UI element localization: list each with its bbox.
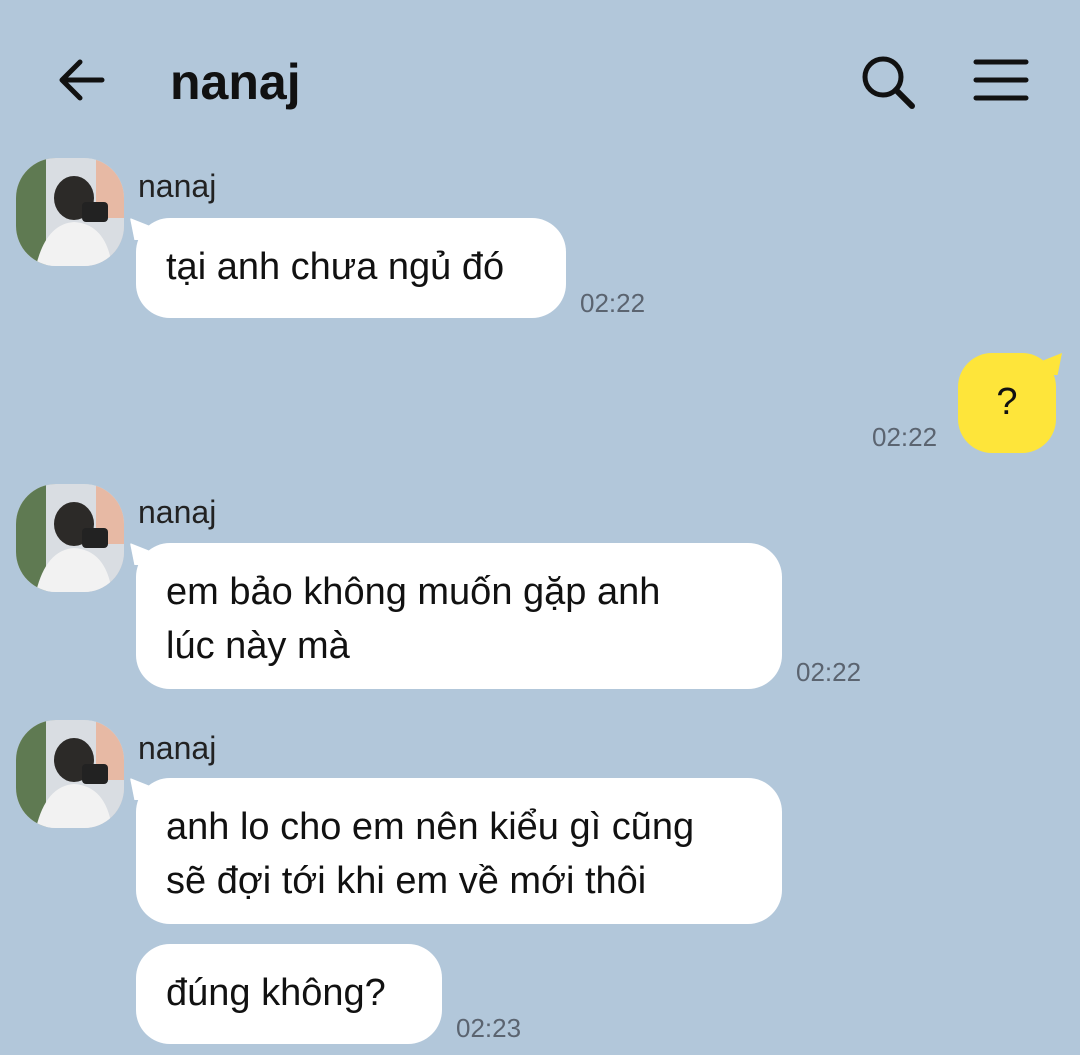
chat-title: nanaj [170,54,301,110]
profile-photo-icon [16,484,124,592]
message-time: 02:22 [872,422,938,452]
sender-name: nanaj [138,730,217,766]
sender-name: nanaj [138,168,217,204]
avatar[interactable] [16,158,124,266]
avatar[interactable] [16,720,124,828]
message-text-line: anh lo cho em nên kiểu gì cũng [166,806,695,848]
message-text-line: em bảo không muốn gặp anh [166,571,661,613]
sender-name: nanaj [138,494,217,530]
avatar[interactable] [16,484,124,592]
message-bubble[interactable]: tại anh chưa ngủ đó [136,218,566,318]
hamburger-menu-icon [973,59,1029,101]
message-text: tại anh chưa ngủ đó [166,246,505,288]
message-bubble-outgoing[interactable]: ? [958,353,1056,453]
message-bubble[interactable]: đúng không? [136,944,442,1044]
message-bubble[interactable]: em bảo không muốn gặp anh lúc này mà [136,543,782,689]
chat-header: nanaj [0,0,1080,160]
message-text: đúng không? [166,972,386,1014]
menu-button[interactable] [970,52,1034,112]
message-text-line: lúc này mà [166,625,350,667]
arrow-left-icon [59,59,105,101]
profile-photo-icon [16,158,124,266]
message-time: 02:23 [456,1013,522,1043]
profile-photo-icon [16,720,124,828]
search-icon [862,56,915,109]
message-text-line: sẽ đợi tới khi em về mới thôi [166,860,647,902]
search-button[interactable] [856,50,920,114]
message-time: 02:22 [796,657,862,687]
back-button[interactable] [52,50,112,110]
message-text: ? [996,381,1018,423]
message-time: 02:22 [580,288,646,318]
message-bubble[interactable]: anh lo cho em nên kiểu gì cũng sẽ đợi tớ… [136,778,782,924]
